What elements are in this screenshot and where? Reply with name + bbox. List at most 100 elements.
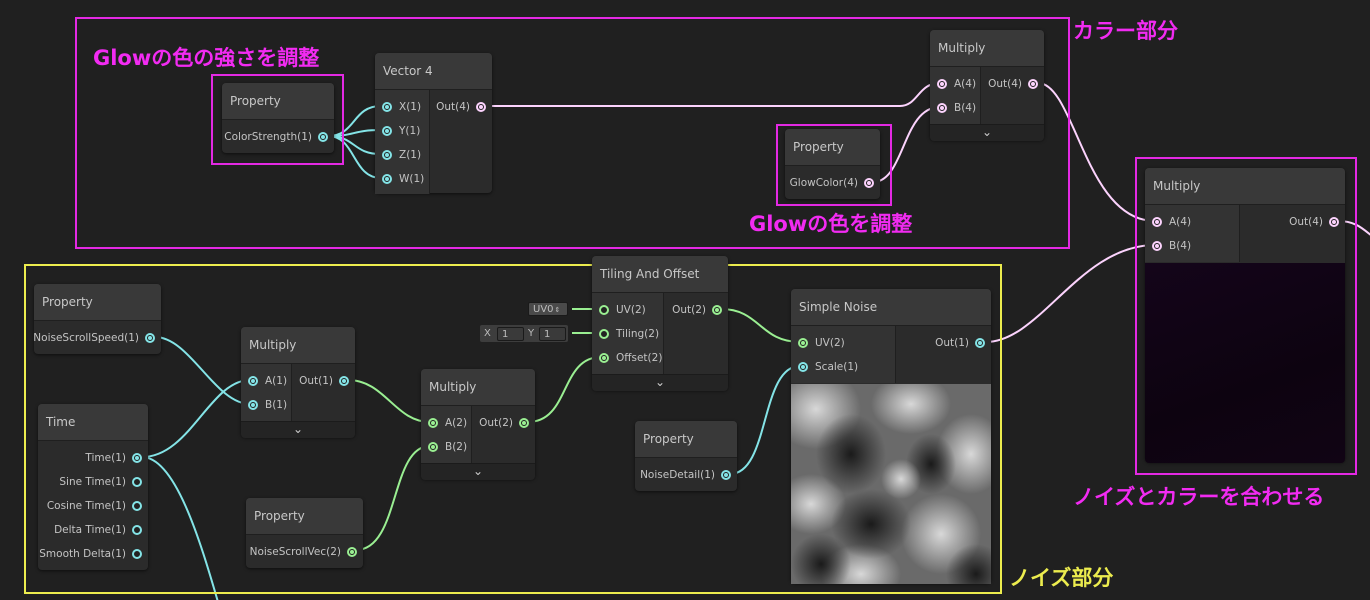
port-label: A(1) bbox=[265, 375, 288, 387]
input-port-uv[interactable]: UV(2) bbox=[592, 298, 646, 322]
port-dot-icon[interactable] bbox=[339, 376, 349, 386]
node-title[interactable]: Vector 4 bbox=[375, 53, 492, 90]
port-dot-icon[interactable] bbox=[347, 547, 357, 557]
collapse-toggle[interactable]: ⌄ bbox=[592, 374, 728, 391]
port-dot-icon[interactable] bbox=[712, 305, 722, 315]
port-label: Tiling(2) bbox=[616, 328, 660, 340]
time-node[interactable]: Time Time(1) Sine Time(1) Cosine Time(1)… bbox=[38, 404, 148, 570]
port-dot-icon[interactable] bbox=[382, 150, 392, 160]
output-port-out[interactable]: Out(2) bbox=[479, 411, 535, 435]
output-port-sine-time[interactable]: Sine Time(1) bbox=[59, 470, 148, 494]
input-port-a[interactable]: A(2) bbox=[421, 411, 467, 435]
input-port-b[interactable]: B(1) bbox=[241, 393, 287, 417]
uv-channel-dropdown[interactable]: UV0⇕ bbox=[528, 302, 568, 316]
input-port-uv[interactable]: UV(2) bbox=[791, 331, 845, 355]
port-label: Sine Time(1) bbox=[59, 476, 126, 488]
property-noisescrollspeed-node[interactable]: Property NoiseScrollSpeed(1) bbox=[33, 284, 161, 354]
port-label: W(1) bbox=[399, 173, 425, 185]
property-noisedetail-node[interactable]: Property NoiseDetail(1) bbox=[635, 421, 737, 491]
node-title[interactable]: Property bbox=[34, 284, 161, 321]
port-dot-icon[interactable] bbox=[599, 353, 609, 363]
port-dot-icon[interactable] bbox=[798, 338, 808, 348]
input-port-a[interactable]: A(4) bbox=[930, 72, 976, 96]
port-dot-icon[interactable] bbox=[428, 442, 438, 452]
port-dot-icon[interactable] bbox=[937, 79, 947, 89]
node-title[interactable]: Multiply bbox=[930, 30, 1044, 67]
output-port-out[interactable]: Out(1) bbox=[299, 369, 355, 393]
node-title[interactable]: Multiply bbox=[241, 327, 355, 364]
tiling-x-input[interactable]: 1 bbox=[497, 327, 524, 341]
port-dot-icon[interactable] bbox=[798, 362, 808, 372]
port-dot-icon[interactable] bbox=[975, 338, 985, 348]
output-port-cosine-time[interactable]: Cosine Time(1) bbox=[47, 494, 148, 518]
multiply-color-node[interactable]: Multiply A(4) B(4) Out(4) ⌄ bbox=[930, 30, 1044, 141]
port-dot-icon[interactable] bbox=[248, 400, 258, 410]
output-port-out[interactable]: Out(4) bbox=[436, 95, 492, 119]
input-port-y[interactable]: Y(1) bbox=[375, 119, 420, 143]
output-port-smooth-delta[interactable]: Smooth Delta(1) bbox=[39, 542, 148, 566]
port-dot-icon[interactable] bbox=[248, 376, 258, 386]
output-port-out[interactable]: Out(2) bbox=[672, 298, 728, 322]
output-port-noisescrollspeed[interactable]: NoiseScrollSpeed(1) bbox=[33, 326, 161, 350]
port-dot-icon[interactable] bbox=[476, 102, 486, 112]
collapse-toggle[interactable]: ⌄ bbox=[421, 463, 535, 480]
dropdown-arrows-icon: ⇕ bbox=[554, 306, 561, 314]
multiply-1-node[interactable]: Multiply A(1) B(1) Out(1) ⌄ bbox=[241, 327, 355, 438]
input-port-scale[interactable]: Scale(1) bbox=[791, 355, 858, 379]
port-dot-icon[interactable] bbox=[1028, 79, 1038, 89]
chevron-down-icon: ⌄ bbox=[292, 422, 304, 436]
output-port-time[interactable]: Time(1) bbox=[85, 446, 148, 470]
input-port-b[interactable]: B(2) bbox=[421, 435, 467, 459]
node-title[interactable]: Tiling And Offset bbox=[592, 256, 728, 293]
annotation-glow-strength: Glowの色の強さを調整 bbox=[93, 46, 320, 70]
shader-graph-canvas[interactable]: Property ColorStrength(1) Vector 4 X(1) … bbox=[0, 0, 1370, 600]
port-dot-icon[interactable] bbox=[937, 103, 947, 113]
port-dot-icon[interactable] bbox=[519, 418, 529, 428]
port-dot-icon[interactable] bbox=[132, 477, 142, 487]
output-port-delta-time[interactable]: Delta Time(1) bbox=[54, 518, 148, 542]
collapse-toggle[interactable]: ⌄ bbox=[930, 124, 1044, 141]
port-dot-icon[interactable] bbox=[599, 305, 609, 315]
multiply-2-node[interactable]: Multiply A(2) B(2) Out(2) ⌄ bbox=[421, 369, 535, 480]
port-dot-icon[interactable] bbox=[382, 174, 392, 184]
simple-noise-node[interactable]: Simple Noise UV(2) Scale(1) Out(1) bbox=[791, 289, 991, 584]
tiling-y-input[interactable]: 1 bbox=[539, 327, 566, 341]
node-title[interactable]: Time bbox=[38, 404, 148, 441]
port-dot-icon[interactable] bbox=[382, 102, 392, 112]
port-dot-icon[interactable] bbox=[428, 418, 438, 428]
output-port-noisedetail[interactable]: NoiseDetail(1) bbox=[640, 463, 737, 487]
output-port-noisescrollvec[interactable]: NoiseScrollVec(2) bbox=[250, 540, 363, 564]
node-title[interactable]: Property bbox=[635, 421, 737, 458]
input-port-a[interactable]: A(1) bbox=[241, 369, 287, 393]
port-dot-icon[interactable] bbox=[145, 333, 155, 343]
vector4-node[interactable]: Vector 4 X(1) Y(1) Z(1) W(1) Out(4) bbox=[375, 53, 492, 194]
port-label: Out(4) bbox=[436, 101, 470, 113]
input-port-x[interactable]: X(1) bbox=[375, 95, 421, 119]
port-label: UV(2) bbox=[815, 337, 845, 349]
tiling-and-offset-node[interactable]: Tiling And Offset UV(2) Tiling(2) Offset… bbox=[592, 256, 728, 391]
collapse-toggle[interactable]: ⌄ bbox=[241, 421, 355, 438]
node-title[interactable]: Property bbox=[246, 498, 363, 535]
output-port-out[interactable]: Out(1) bbox=[935, 331, 991, 355]
port-dot-icon[interactable] bbox=[721, 470, 731, 480]
port-label: Out(1) bbox=[935, 337, 969, 349]
port-dot-icon[interactable] bbox=[132, 501, 142, 511]
port-dot-icon[interactable] bbox=[132, 549, 142, 559]
input-port-offset[interactable]: Offset(2) bbox=[592, 346, 662, 370]
port-dot-icon[interactable] bbox=[132, 525, 142, 535]
port-dot-icon[interactable] bbox=[132, 453, 142, 463]
highlight-multiply-final bbox=[1135, 157, 1357, 475]
port-label: Y(1) bbox=[399, 125, 421, 137]
input-port-z[interactable]: Z(1) bbox=[375, 143, 421, 167]
input-port-w[interactable]: W(1) bbox=[375, 167, 424, 191]
node-title[interactable]: Simple Noise bbox=[791, 289, 991, 326]
tiling-x-label: X bbox=[484, 328, 491, 339]
input-port-b[interactable]: B(4) bbox=[930, 96, 976, 120]
port-dot-icon[interactable] bbox=[599, 329, 609, 339]
port-dot-icon[interactable] bbox=[382, 126, 392, 136]
property-noisescrollvec-node[interactable]: Property NoiseScrollVec(2) bbox=[246, 498, 363, 568]
node-title[interactable]: Multiply bbox=[421, 369, 535, 406]
input-port-tiling[interactable]: Tiling(2) bbox=[592, 322, 659, 346]
port-label: Offset(2) bbox=[616, 352, 663, 364]
output-port-out[interactable]: Out(4) bbox=[988, 72, 1044, 96]
